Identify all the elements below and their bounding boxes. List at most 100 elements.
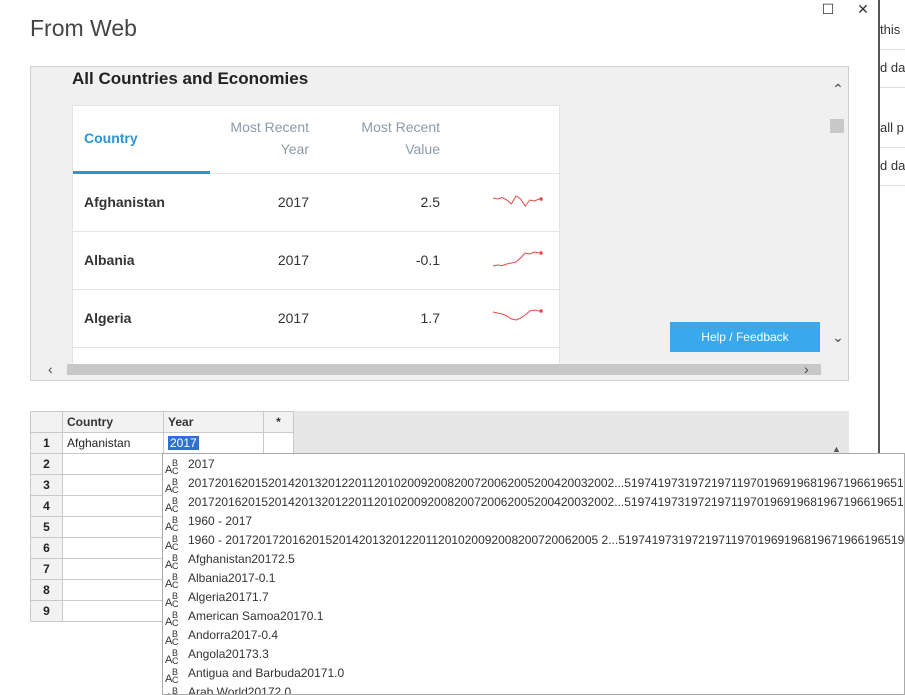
scroll-down-icon[interactable]: ⌄ [830,329,846,346]
row-number: 8 [30,579,63,601]
suggestion-item[interactable]: A B C 1960 - 201720172016201520142013201220… [163,531,904,552]
text-type-icon: ABC [165,610,179,628]
suggestion-text: 2017201620152014201320122011201020092008… [188,476,905,490]
table-row[interactable]: Albania 2017 -0.1 [73,232,559,290]
suggestion-text: Algeria20171.7 [188,590,269,604]
horizontal-scrollbar[interactable]: ‹ › [31,360,848,380]
preview-heading: All Countries and Economies [72,69,309,88]
row-value: 1.7 [420,310,440,326]
sparkline [492,251,543,267]
scroll-left-icon[interactable]: ‹ [48,361,53,377]
scroll-right-icon[interactable]: › [804,361,809,377]
column-header-country[interactable]: Country [84,127,138,149]
column-header-year[interactable]: Most Recent Year [213,116,309,160]
text-type-icon: ABC [165,591,179,609]
text-type-icon: ABC [165,572,179,590]
maximize-icon[interactable]: ☐ [815,0,841,20]
suggestion-item[interactable]: A B C 2017201620152014201320122011201020092… [163,474,905,495]
sparkline [492,195,543,207]
column-header-value[interactable]: Most Recent Value [343,116,440,160]
grid-cell-country[interactable] [62,579,164,601]
suggestion-text: Andorra2017-0.4 [188,628,279,642]
suggestion-item[interactable]: ABC Arab World20172.0 [163,683,904,695]
text-type-icon: ABC [165,477,179,495]
background-item: this [880,12,905,50]
background-item: all p [880,110,905,148]
web-preview: All Countries and Economies Country Most… [30,66,849,381]
sparkline-line [492,195,540,207]
row-country: Albania [84,252,135,268]
row-year: 2017 [277,252,309,268]
suggestion-item[interactable]: A B C Afghanistan20172.5 [163,550,904,571]
add-column-header[interactable]: * [263,411,294,433]
grid-cell-country[interactable] [62,537,164,559]
suggestion-item[interactable]: A B C Antigua and Barbuda20171.0 [163,664,904,685]
suggestion-item[interactable]: A B C American Samoa20170.1 [163,607,904,628]
sparkline-end-dot [539,251,543,255]
row-year: 2017 [277,310,309,326]
row-country: Afghanistan [84,194,165,210]
selected-cell-text[interactable]: 2017 [168,436,199,450]
text-type-icon: ABC [165,686,179,695]
grid-cell-empty[interactable] [263,432,294,454]
suggestion-text: 2017201620152014201320122011201020092008… [188,495,905,509]
table-row[interactable]: Afghanistan 2017 2.5 [73,174,559,232]
row-value: -0.1 [415,252,440,268]
sparkline-line [492,251,540,267]
suggestion-text: Albania2017-0.1 [188,571,276,585]
row-country: Algeria [84,310,132,326]
grid-column-country[interactable]: Country [62,411,164,433]
grid-cell-country[interactable] [62,600,164,622]
grid-cell-country[interactable]: Afghanistan [62,432,164,454]
text-type-icon: ABC [165,515,179,533]
row-number: 7 [30,558,63,580]
suggestion-text: 1960 - 2017 [188,514,253,528]
grid-cell-country[interactable] [62,453,164,475]
grid-empty-area [293,411,849,453]
suggestion-text: Arab World20172.0 [188,685,292,695]
text-type-icon: ABC [165,458,179,476]
background-item: d dat [880,148,905,186]
background-item: d dat [880,50,905,88]
text-type-icon: ABC [165,667,179,685]
row-year: 2017 [277,194,309,210]
scroll-up-icon[interactable]: ⌃ [830,81,846,98]
suggestion-text: Antigua and Barbuda20171.0 [188,666,345,680]
suggestion-item[interactable]: A B C 2017 [163,455,904,476]
grid-row: 1 Afghanistan 2017 [30,432,294,454]
close-icon[interactable]: ✕ [850,0,876,20]
row-number: 6 [30,537,63,559]
text-type-icon: ABC [165,496,179,514]
table-row[interactable]: Algeria 2017 1.7 [73,290,559,348]
dialog-title: From Web [30,15,137,41]
corner-cell [30,411,63,433]
suggestion-item[interactable]: A B C Andorra2017-0.4 [163,626,904,647]
suggestion-text: 2017 [188,457,215,471]
grid-column-year[interactable]: Year [163,411,264,433]
help-feedback-button[interactable]: Help / Feedback [670,322,820,352]
row-number: 9 [30,600,63,622]
vertical-scrollbar[interactable]: ⌃ ⌄ [828,67,848,357]
suggestion-text: Angola20173.3 [188,647,269,661]
grid-cell-country[interactable] [62,474,164,496]
suggestion-item[interactable]: A B C Angola20173.3 [163,645,904,666]
suggestion-item[interactable]: A B C Algeria20171.7 [163,588,904,609]
grid-cell-country[interactable] [62,558,164,580]
grid-cell-year[interactable]: 2017 [163,432,264,454]
scrollbar-thumb[interactable] [67,364,821,375]
grid-cell-country[interactable] [62,516,164,538]
row-number: 1 [30,432,63,454]
text-type-icon: ABC [165,648,179,666]
suggestion-item[interactable]: A B C 1960 - 2017 [163,512,904,533]
text-type-icon: ABC [165,534,179,552]
scrollbar-thumb[interactable] [830,119,844,133]
suggestions-dropdown[interactable]: A B C 2017 A B C 20172016201520142013201220112… [162,453,905,695]
grid-cell-country[interactable] [62,495,164,517]
row-number: 4 [30,495,63,517]
suggestion-item[interactable]: A B C Albania2017-0.1 [163,569,904,590]
row-value: 2.5 [420,194,440,210]
suggestion-item[interactable]: A B C 2017201620152014201320122011201020092… [163,493,905,514]
suggestion-text: Afghanistan20172.5 [188,552,295,566]
preview-table: Country Most Recent Year Most Recent Val… [72,105,560,365]
row-number: 3 [30,474,63,496]
